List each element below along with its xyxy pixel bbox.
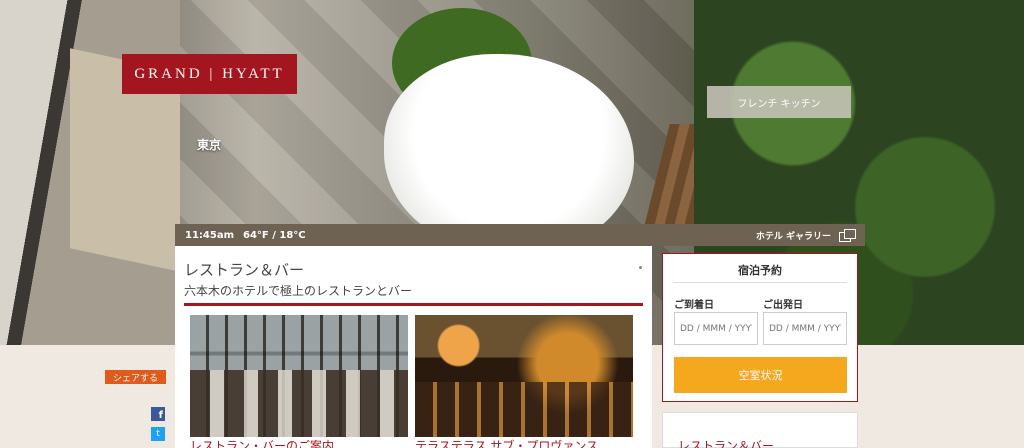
gallery-icon	[839, 229, 856, 242]
info-bar: 11:45am 64°F / 18°C ホテル ギャラリー	[175, 224, 865, 246]
terrace-card[interactable]: テラステラス サブ・プロヴァンス	[415, 315, 633, 448]
twitter-icon[interactable]: t	[151, 427, 165, 441]
title-rule	[184, 303, 643, 306]
local-time: 11:45am	[185, 229, 234, 241]
terrace-photo	[415, 315, 633, 437]
gallery-label: ホテル ギャラリー	[755, 231, 831, 242]
logo-text: GRAND | HYATT	[134, 65, 285, 82]
sidebar-card-title[interactable]: レストラン＆バー	[678, 437, 774, 448]
share-button[interactable]: シェアする	[105, 370, 166, 384]
card-label[interactable]: レストラン・バーのご案内	[190, 437, 334, 448]
check-availability-button[interactable]: 空室状況	[674, 357, 847, 393]
restaurant-card[interactable]: レストラン・バーのご案内	[190, 315, 408, 448]
share-label: シェアする	[112, 373, 158, 384]
hotel-gallery-link[interactable]: ホテル ギャラリー	[755, 229, 856, 242]
restaurant-name-button[interactable]: フレンチ キッチン	[707, 86, 851, 118]
sidebar-card[interactable]: レストラン＆バー	[662, 412, 858, 448]
restaurant-photo	[190, 315, 408, 437]
checkout-label: ご出発日	[763, 300, 803, 311]
city-label: 東京	[197, 138, 222, 152]
weather-reading: 64°F / 18°C	[243, 229, 306, 241]
page-subtitle: 六本木のホテルで極上のレストランとバー	[184, 284, 413, 298]
dot-divider	[639, 266, 642, 269]
checkout-date-field[interactable]	[763, 312, 847, 345]
facebook-icon[interactable]: f	[151, 407, 165, 421]
checkin-label: ご到着日	[674, 300, 714, 311]
booking-divider	[673, 282, 847, 283]
booking-title: 宿泊予約	[738, 264, 782, 277]
card-label[interactable]: テラステラス サブ・プロヴァンス	[415, 437, 598, 448]
checkin-date-field[interactable]	[674, 312, 758, 345]
page-title: レストラン＆バー	[184, 261, 305, 279]
grand-hyatt-logo[interactable]: GRAND | HYATT	[122, 54, 297, 94]
main-content: レストラン＆バー 六本木のホテルで極上のレストランとバー レストラン・バーのご案…	[175, 246, 652, 448]
booking-widget: 宿泊予約 ご到着日 ご出発日 空室状況	[662, 253, 858, 402]
